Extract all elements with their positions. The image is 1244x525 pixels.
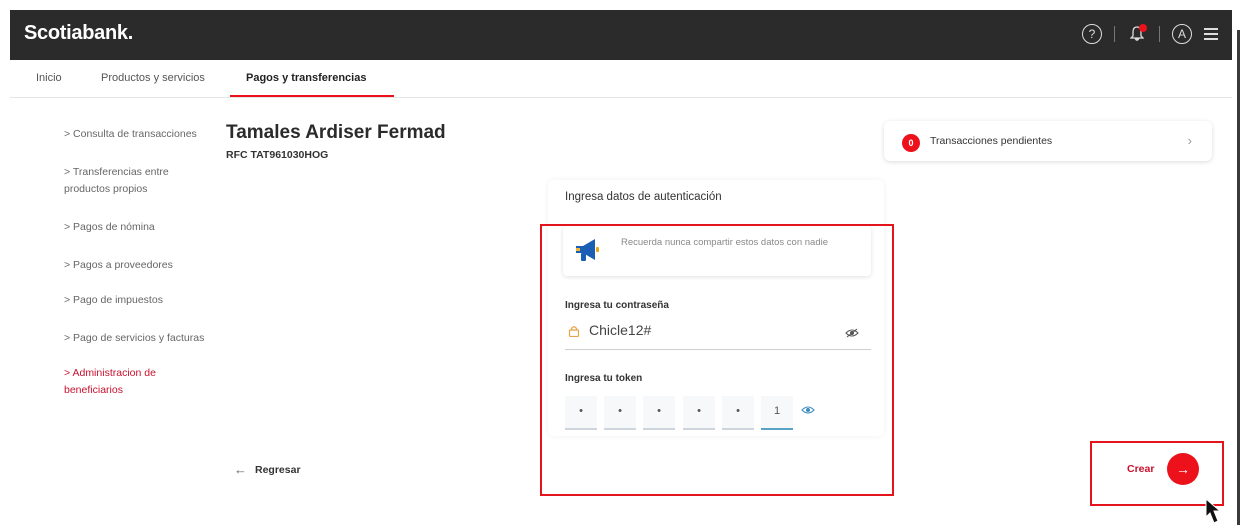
menu-icon[interactable] <box>1204 28 1218 40</box>
sidebar-item-nomina[interactable]: > Pagos de nómina <box>64 219 214 236</box>
page-title: Tamales Ardiser Fermad <box>226 122 446 143</box>
help-icon[interactable]: ? <box>1082 24 1102 44</box>
sidebar-item-beneficiarios[interactable]: > Administracion de beneficiarios <box>64 365 184 399</box>
tab-pagos-y-transferencias[interactable]: Pagos y transferencias <box>246 72 366 84</box>
app-frame: Scotiabank. ? A Inicio Productos y servi… <box>0 0 1244 525</box>
rfc-label: RFC TAT961030HOG <box>226 149 329 161</box>
pending-count-badge: 0 <box>902 134 920 152</box>
header-icons: ? A <box>1082 24 1218 44</box>
auth-heading: Ingresa datos de autenticación <box>565 191 722 203</box>
back-label: Regresar <box>255 463 301 476</box>
create-button[interactable]: → <box>1167 453 1199 485</box>
notification-dot <box>1139 24 1147 32</box>
mouse-cursor-icon <box>1205 497 1222 524</box>
header-divider <box>1159 26 1160 42</box>
top-header: Scotiabank. ? A <box>10 10 1232 60</box>
tab-productos-y-servicios[interactable]: Productos y servicios <box>101 72 205 84</box>
pending-transactions-card[interactable]: 0 Transacciones pendientes › <box>884 121 1212 161</box>
notification-bell-icon[interactable] <box>1127 24 1147 44</box>
highlight-box-auth <box>540 224 894 496</box>
active-tab-indicator <box>230 95 394 97</box>
header-divider <box>1114 26 1115 42</box>
scotiabank-logo[interactable]: Scotiabank. <box>24 22 133 45</box>
help-symbol: ? <box>1088 27 1096 41</box>
pending-transactions-label: Transacciones pendientes <box>930 135 1053 147</box>
scrollbar[interactable] <box>1237 30 1240 525</box>
sidebar-item-servicios[interactable]: > Pago de servicios y facturas <box>64 330 214 347</box>
user-avatar-icon[interactable]: A <box>1172 24 1192 44</box>
back-link[interactable]: ← Regresar <box>234 462 301 477</box>
avatar-letter: A <box>1177 27 1186 41</box>
create-label[interactable]: Crear <box>1127 463 1154 475</box>
tab-inicio[interactable]: Inicio <box>36 72 62 84</box>
main-nav: Inicio Productos y servicios Pagos y tra… <box>10 60 1232 98</box>
arrow-right-icon: → <box>1176 461 1190 477</box>
sidebar-item-impuestos[interactable]: > Pago de impuestos <box>64 292 214 309</box>
sidebar-item-proveedores[interactable]: > Pagos a proveedores <box>64 257 214 274</box>
sidebar-item-transferencias[interactable]: > Transferencias entre productos propios <box>64 164 204 198</box>
arrow-left-icon: ← <box>234 462 247 477</box>
sidebar-item-consulta[interactable]: > Consulta de transacciones <box>64 126 214 143</box>
chevron-right-icon: › <box>1187 133 1192 148</box>
